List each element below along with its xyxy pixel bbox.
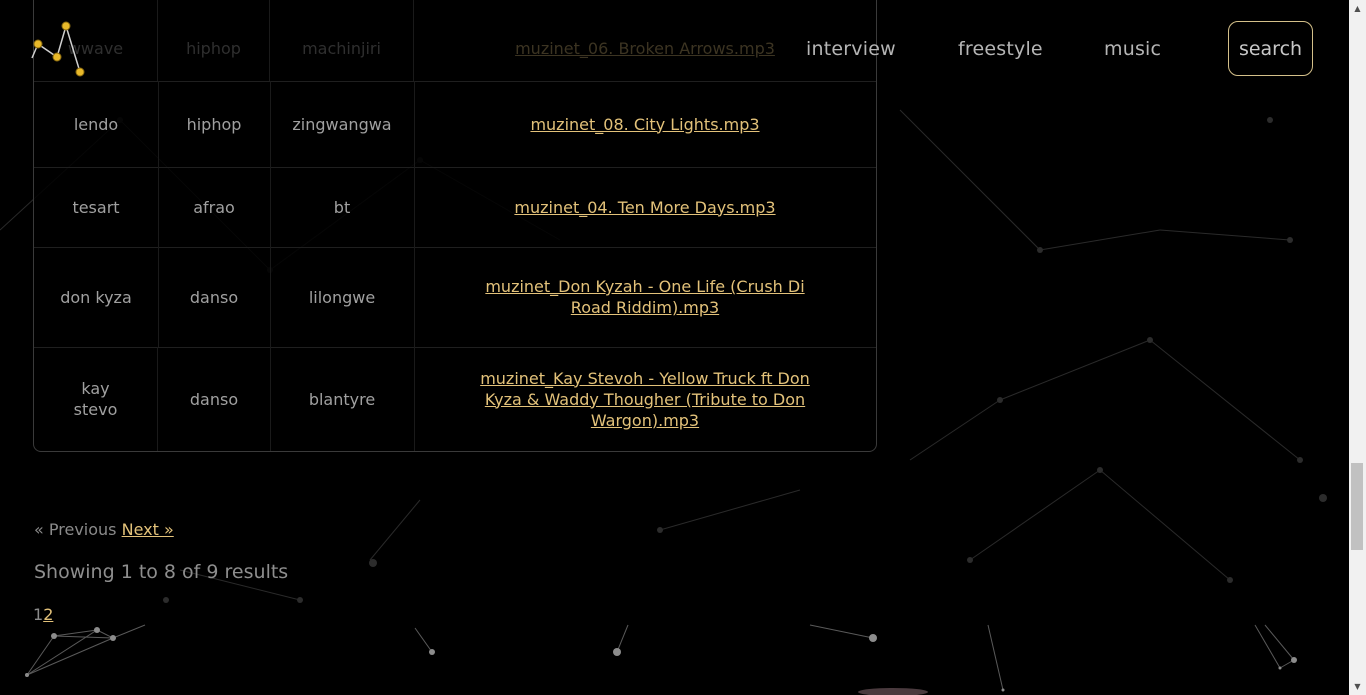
location-cell: machinjiri: [270, 0, 414, 81]
artist-cell: don kyza: [34, 247, 159, 347]
page-scrollbar[interactable]: ▲ ▼: [1349, 0, 1366, 695]
nav-freestyle[interactable]: freestyle: [958, 38, 1043, 60]
search-button[interactable]: search: [1228, 21, 1313, 76]
file-link[interactable]: muzinet_Don Kyzah - One Life (Crush Di R…: [474, 276, 816, 318]
page-2-link[interactable]: 2: [43, 605, 53, 624]
artist-cell: tesart: [34, 167, 159, 247]
file-cell: muzinet_04. Ten More Days.mp3: [414, 167, 876, 247]
results-summary: Showing 1 to 8 of 9 results: [34, 561, 289, 583]
location-cell: zingwangwa: [270, 81, 415, 167]
genre-cell: hiphop: [158, 81, 271, 167]
location-cell: lilongwe: [270, 247, 415, 347]
table-row: lendo hiphop zingwangwa muzinet_08. City…: [34, 81, 876, 168]
table-row: don kyza danso lilongwe muzinet_Don Kyza…: [34, 247, 876, 348]
file-cell: muzinet_08. City Lights.mp3: [414, 81, 876, 167]
file-link[interactable]: muzinet_Kay Stevoh - Yellow Truck ft Don…: [464, 368, 826, 431]
genre-cell: hiphop: [158, 0, 270, 81]
nav-interview[interactable]: interview: [806, 38, 896, 60]
artist-cell: lendo: [34, 81, 159, 167]
scroll-thumb[interactable]: [1351, 463, 1363, 550]
scroll-up-arrow-icon[interactable]: ▲: [1349, 0, 1366, 17]
genre-cell: danso: [158, 347, 271, 451]
scroll-down-arrow-icon[interactable]: ▼: [1349, 678, 1366, 695]
file-link[interactable]: muzinet_04. Ten More Days.mp3: [514, 197, 775, 218]
table-row: tesart afrao bt muzinet_04. Ten More Day…: [34, 167, 876, 248]
genre-cell: danso: [158, 247, 271, 347]
pagination-nav: « Previous Next »: [34, 520, 174, 539]
logo-icon[interactable]: [30, 18, 90, 80]
page-1-current: 1: [33, 605, 44, 624]
page-numbers: 12: [33, 605, 53, 624]
location-cell: blantyre: [270, 347, 415, 451]
genre-cell: afrao: [158, 167, 271, 247]
nav-music[interactable]: music: [1104, 38, 1161, 60]
file-link[interactable]: muzinet_08. City Lights.mp3: [530, 114, 759, 135]
file-cell: muzinet_Don Kyzah - One Life (Crush Di R…: [414, 247, 876, 347]
table-row: kay stevo danso blantyre muzinet_Kay Ste…: [34, 347, 876, 451]
table-row: wwave hiphop machinjiri muzinet_06. Brok…: [34, 0, 876, 82]
file-link[interactable]: muzinet_06. Broken Arrows.mp3: [515, 38, 775, 59]
artist-cell: kay stevo: [34, 347, 158, 451]
previous-label: « Previous: [34, 520, 117, 539]
location-cell: bt: [270, 167, 415, 247]
page: wwave hiphop machinjiri muzinet_06. Brok…: [0, 0, 1366, 695]
next-link[interactable]: Next »: [122, 520, 174, 539]
file-cell: muzinet_Kay Stevoh - Yellow Truck ft Don…: [414, 347, 876, 451]
results-table: wwave hiphop machinjiri muzinet_06. Brok…: [33, 0, 877, 452]
